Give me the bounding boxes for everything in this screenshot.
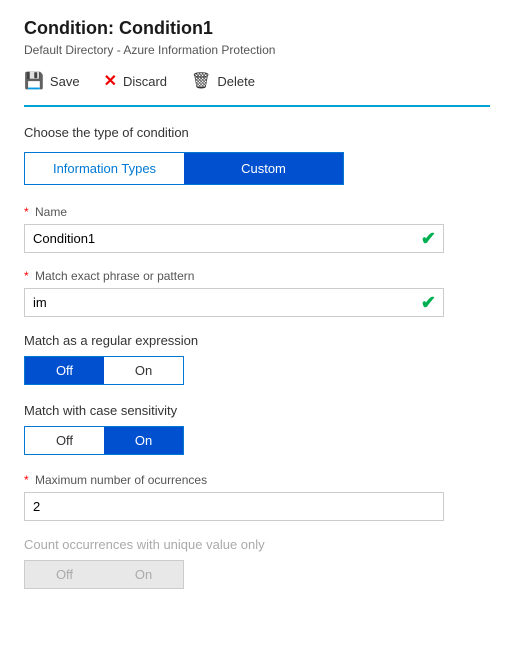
regex-on-button[interactable]: On [104, 357, 183, 384]
regex-off-button[interactable]: Off [25, 357, 104, 384]
name-label: * Name [24, 205, 490, 219]
case-toggle-section: Match with case sensitivity Off On [24, 403, 490, 455]
delete-icon: 🗑 [191, 71, 211, 91]
case-toggle-group: Off On [24, 426, 184, 455]
unique-on-button: On [104, 561, 183, 588]
regex-toggle-label: Match as a regular expression [24, 333, 490, 348]
tab-group: Information Types Custom [24, 152, 344, 185]
discard-icon: ✕ [104, 71, 117, 91]
section-label: Choose the type of condition [24, 125, 490, 140]
max-occurrences-input[interactable] [24, 492, 444, 521]
match-field-group: * Match exact phrase or pattern ✔ [24, 269, 490, 317]
unique-toggle-section: Count occurrences with unique value only… [24, 537, 490, 589]
tab-custom[interactable]: Custom [184, 153, 343, 184]
max-required-star: * [24, 473, 29, 487]
delete-button[interactable]: 🗑 Delete [191, 71, 255, 91]
max-occurrences-field-group: * Maximum number of ocurrences [24, 473, 490, 521]
match-label: * Match exact phrase or pattern [24, 269, 490, 283]
name-input-wrapper: ✔ [24, 224, 444, 253]
save-icon: 💾 [24, 71, 44, 91]
regex-toggle-section: Match as a regular expression Off On [24, 333, 490, 385]
discard-button[interactable]: ✕ Discard [104, 71, 167, 91]
save-button[interactable]: 💾 Save [24, 71, 80, 91]
name-check-icon: ✔ [421, 228, 436, 249]
case-off-button[interactable]: Off [25, 427, 104, 454]
unique-off-button: Off [25, 561, 104, 588]
match-input[interactable] [24, 288, 444, 317]
unique-toggle-group: Off On [24, 560, 184, 589]
page-title: Condition: Condition1 [24, 18, 490, 39]
tab-information-types[interactable]: Information Types [25, 153, 184, 184]
toolbar: 💾 Save ✕ Discard 🗑 Delete [24, 71, 490, 107]
match-required-star: * [24, 269, 29, 283]
name-required-star: * [24, 205, 29, 219]
name-input[interactable] [24, 224, 444, 253]
subtitle: Default Directory - Azure Information Pr… [24, 43, 490, 57]
regex-toggle-group: Off On [24, 356, 184, 385]
case-on-button[interactable]: On [104, 427, 183, 454]
match-input-wrapper: ✔ [24, 288, 444, 317]
max-occurrences-label: * Maximum number of ocurrences [24, 473, 490, 487]
case-toggle-label: Match with case sensitivity [24, 403, 490, 418]
name-field-group: * Name ✔ [24, 205, 490, 253]
unique-toggle-label: Count occurrences with unique value only [24, 537, 490, 552]
match-check-icon: ✔ [421, 292, 436, 313]
